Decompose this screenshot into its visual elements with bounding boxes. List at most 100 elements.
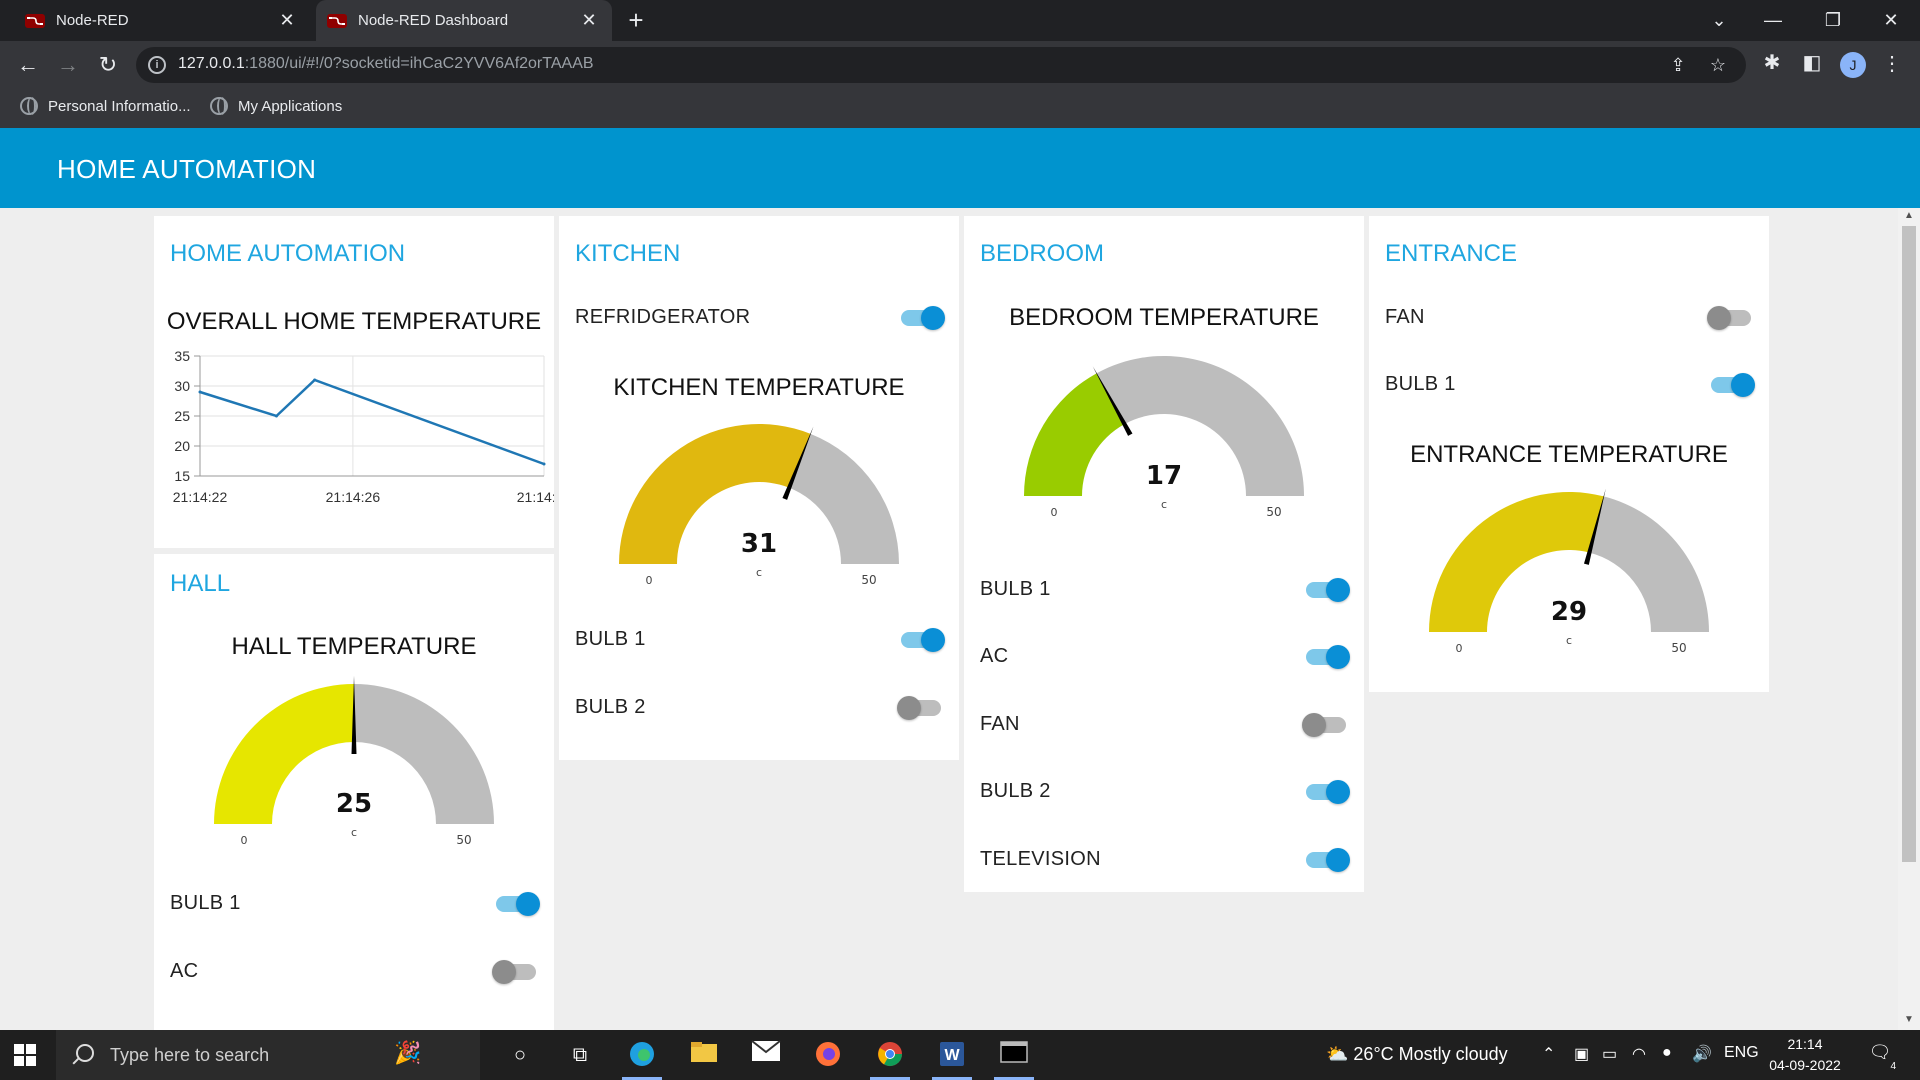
gauge-value-arc [619, 424, 811, 564]
cortana-circle-icon[interactable]: ○ [504, 1040, 536, 1070]
address-url[interactable]: 127.0.0.1:1880/ui/#!/0?socketid=ihCaC2YV… [178, 55, 594, 73]
bulb-1-toggle[interactable] [899, 628, 945, 652]
switch-row-bulb-2[interactable]: BULB 2 [575, 688, 943, 728]
television-toggle[interactable] [1304, 848, 1350, 872]
scroll-down-arrow-icon[interactable]: ▼ [1903, 1014, 1915, 1025]
new-tab-plus-icon[interactable]: + [622, 6, 650, 34]
restore-icon[interactable]: ❐ [1818, 6, 1848, 34]
tab-node-red-dashboard[interactable]: Node-RED Dashboard ✕ [316, 0, 612, 41]
address-bar[interactable]: i 127.0.0.1:1880/ui/#!/0?socketid=ihCaC2… [136, 47, 1746, 83]
tab-close-icon[interactable]: ✕ [580, 11, 598, 29]
x-tick-label: 21:14:31 [517, 489, 554, 505]
group-title: ENTRANCE [1385, 240, 1518, 267]
edge-browser-icon[interactable] [626, 1040, 658, 1070]
reload-icon[interactable]: ↻ [94, 51, 122, 79]
ac-toggle[interactable] [1304, 645, 1350, 669]
switch-row-bulb-1[interactable]: BULB 1 [170, 884, 540, 924]
terminal-icon[interactable] [998, 1040, 1030, 1070]
back-arrow-icon[interactable]: ← [14, 51, 42, 79]
switch-row-refridgerator[interactable]: REFRIDGERATOR [575, 298, 945, 338]
minimize-icon[interactable]: — [1758, 6, 1788, 34]
search-placeholder: Type here to search [110, 1045, 270, 1065]
profile-avatar[interactable]: J [1840, 52, 1866, 78]
vertical-scrollbar[interactable]: ▲ ▼ [1898, 208, 1920, 1030]
bookmark-my-applications[interactable]: My Applications [210, 97, 342, 115]
security-icon[interactable]: ● [1662, 1044, 1672, 1062]
scrollbar-thumb[interactable] [1902, 226, 1916, 862]
switch-row-bulb-1[interactable]: BULB 1 [575, 620, 945, 660]
ac-toggle[interactable] [492, 960, 538, 984]
switch-row-bulb-1[interactable]: BULB 1 [1385, 365, 1755, 405]
switch-label: AC [980, 645, 1009, 667]
bulb-2-toggle[interactable] [897, 696, 943, 720]
tab-search-chevron-icon[interactable]: ⌄ [1704, 6, 1734, 34]
switch-label: BULB 1 [575, 628, 646, 650]
tray-device-icon[interactable]: ▣ [1574, 1044, 1589, 1064]
scroll-up-arrow-icon[interactable]: ▲ [1903, 210, 1915, 221]
browser-menu-icon[interactable]: ⋮ [1880, 52, 1904, 76]
extensions-puzzle-icon[interactable]: ✱ [1760, 51, 1784, 75]
switch-row-television[interactable]: TELEVISION [980, 840, 1350, 880]
switch-label: REFRIDGERATOR [575, 306, 751, 328]
mail-icon[interactable] [750, 1040, 782, 1070]
wifi-icon[interactable]: ◠ [1632, 1044, 1646, 1064]
bulb-1-toggle[interactable] [1709, 373, 1755, 397]
gauge-unit-text: c [1566, 634, 1572, 647]
bookmark-personal-information[interactable]: Personal Informatio... [20, 97, 191, 115]
url-host: 127.0.0.1 [178, 55, 245, 72]
side-panel-icon[interactable]: ◧ [1800, 51, 1824, 75]
taskbar-search-box[interactable]: Type here to search 🎉 [56, 1030, 480, 1080]
bookmark-star-icon[interactable]: ☆ [1706, 53, 1730, 77]
switch-row-fan[interactable]: FAN [980, 705, 1348, 745]
switch-row-ac[interactable]: AC [980, 637, 1350, 677]
switch-label: BULB 2 [575, 696, 646, 718]
toggle-knob [1326, 645, 1350, 669]
word-icon[interactable]: W [936, 1040, 968, 1070]
notification-center-icon[interactable]: 🗨 4 [1868, 1042, 1896, 1072]
fan-toggle[interactable] [1302, 713, 1348, 737]
weather-widget[interactable]: ⛅ 26°C Mostly cloudy [1326, 1044, 1508, 1065]
browser-tab-bar: Node-RED ✕ Node-RED Dashboard ✕ + ⌄ — ❐ … [0, 0, 1920, 41]
share-icon[interactable]: ⇪ [1666, 53, 1690, 77]
bulb-1-toggle[interactable] [1304, 578, 1350, 602]
switch-row-fan[interactable]: FAN [1385, 298, 1753, 338]
switch-row-ac[interactable]: AC [170, 952, 538, 992]
kitchen-temperature-gauge: 31 c 0 50 [619, 424, 899, 587]
tab-close-icon[interactable]: ✕ [278, 11, 296, 29]
toggle-knob [1302, 713, 1326, 737]
weather-cloud-icon: ⛅ [1326, 1044, 1354, 1064]
taskbar-clock[interactable]: 21:14 04-09-2022 [1768, 1034, 1842, 1076]
switch-row-bulb-2[interactable]: BULB 2 [980, 772, 1350, 812]
volume-icon[interactable]: 🔊 [1692, 1044, 1712, 1064]
group-title: HALL [170, 570, 231, 597]
chrome-icon[interactable] [874, 1040, 906, 1070]
site-info-icon[interactable]: i [148, 56, 166, 74]
battery-icon[interactable]: ▭ [1602, 1044, 1617, 1064]
hall-temperature-gauge: 25 c 0 50 [214, 676, 494, 847]
windows-taskbar: Type here to search 🎉 ○ ⧉ W ⛅ 26°C Mostl… [0, 1030, 1920, 1080]
windows-start-icon[interactable] [14, 1044, 36, 1066]
forward-arrow-icon[interactable]: → [54, 51, 82, 79]
group-title: HOME AUTOMATION [170, 240, 406, 267]
search-highlight-icon[interactable]: 🎉 [394, 1040, 421, 1066]
tray-chevron-icon[interactable]: ⌃ [1542, 1044, 1555, 1064]
temperature-line-chart: 15 20 25 30 35 21:14:22 21:14:26 21:14:31 [173, 348, 554, 505]
tab-title: Node-RED [56, 12, 129, 29]
fan-toggle[interactable] [1707, 306, 1753, 330]
language-indicator[interactable]: ENG [1724, 1044, 1759, 1062]
tab-node-red[interactable]: Node-RED ✕ [14, 0, 310, 41]
group-title: KITCHEN [575, 240, 681, 267]
svg-text:W: W [944, 1047, 960, 1064]
bulb-1-toggle[interactable] [494, 892, 540, 916]
window-close-icon[interactable]: ✕ [1876, 6, 1906, 34]
gauge-title: BEDROOM TEMPERATURE [1009, 304, 1319, 331]
firefox-icon[interactable] [812, 1040, 844, 1070]
toggle-knob [921, 628, 945, 652]
switch-row-bulb-1[interactable]: BULB 1 [980, 570, 1350, 610]
data-point [274, 414, 278, 418]
refridgerator-toggle[interactable] [899, 306, 945, 330]
file-explorer-icon[interactable] [688, 1040, 720, 1070]
bulb-2-toggle[interactable] [1304, 780, 1350, 804]
clock-date: 04-09-2022 [1769, 1057, 1841, 1073]
task-view-icon[interactable]: ⧉ [564, 1040, 596, 1070]
